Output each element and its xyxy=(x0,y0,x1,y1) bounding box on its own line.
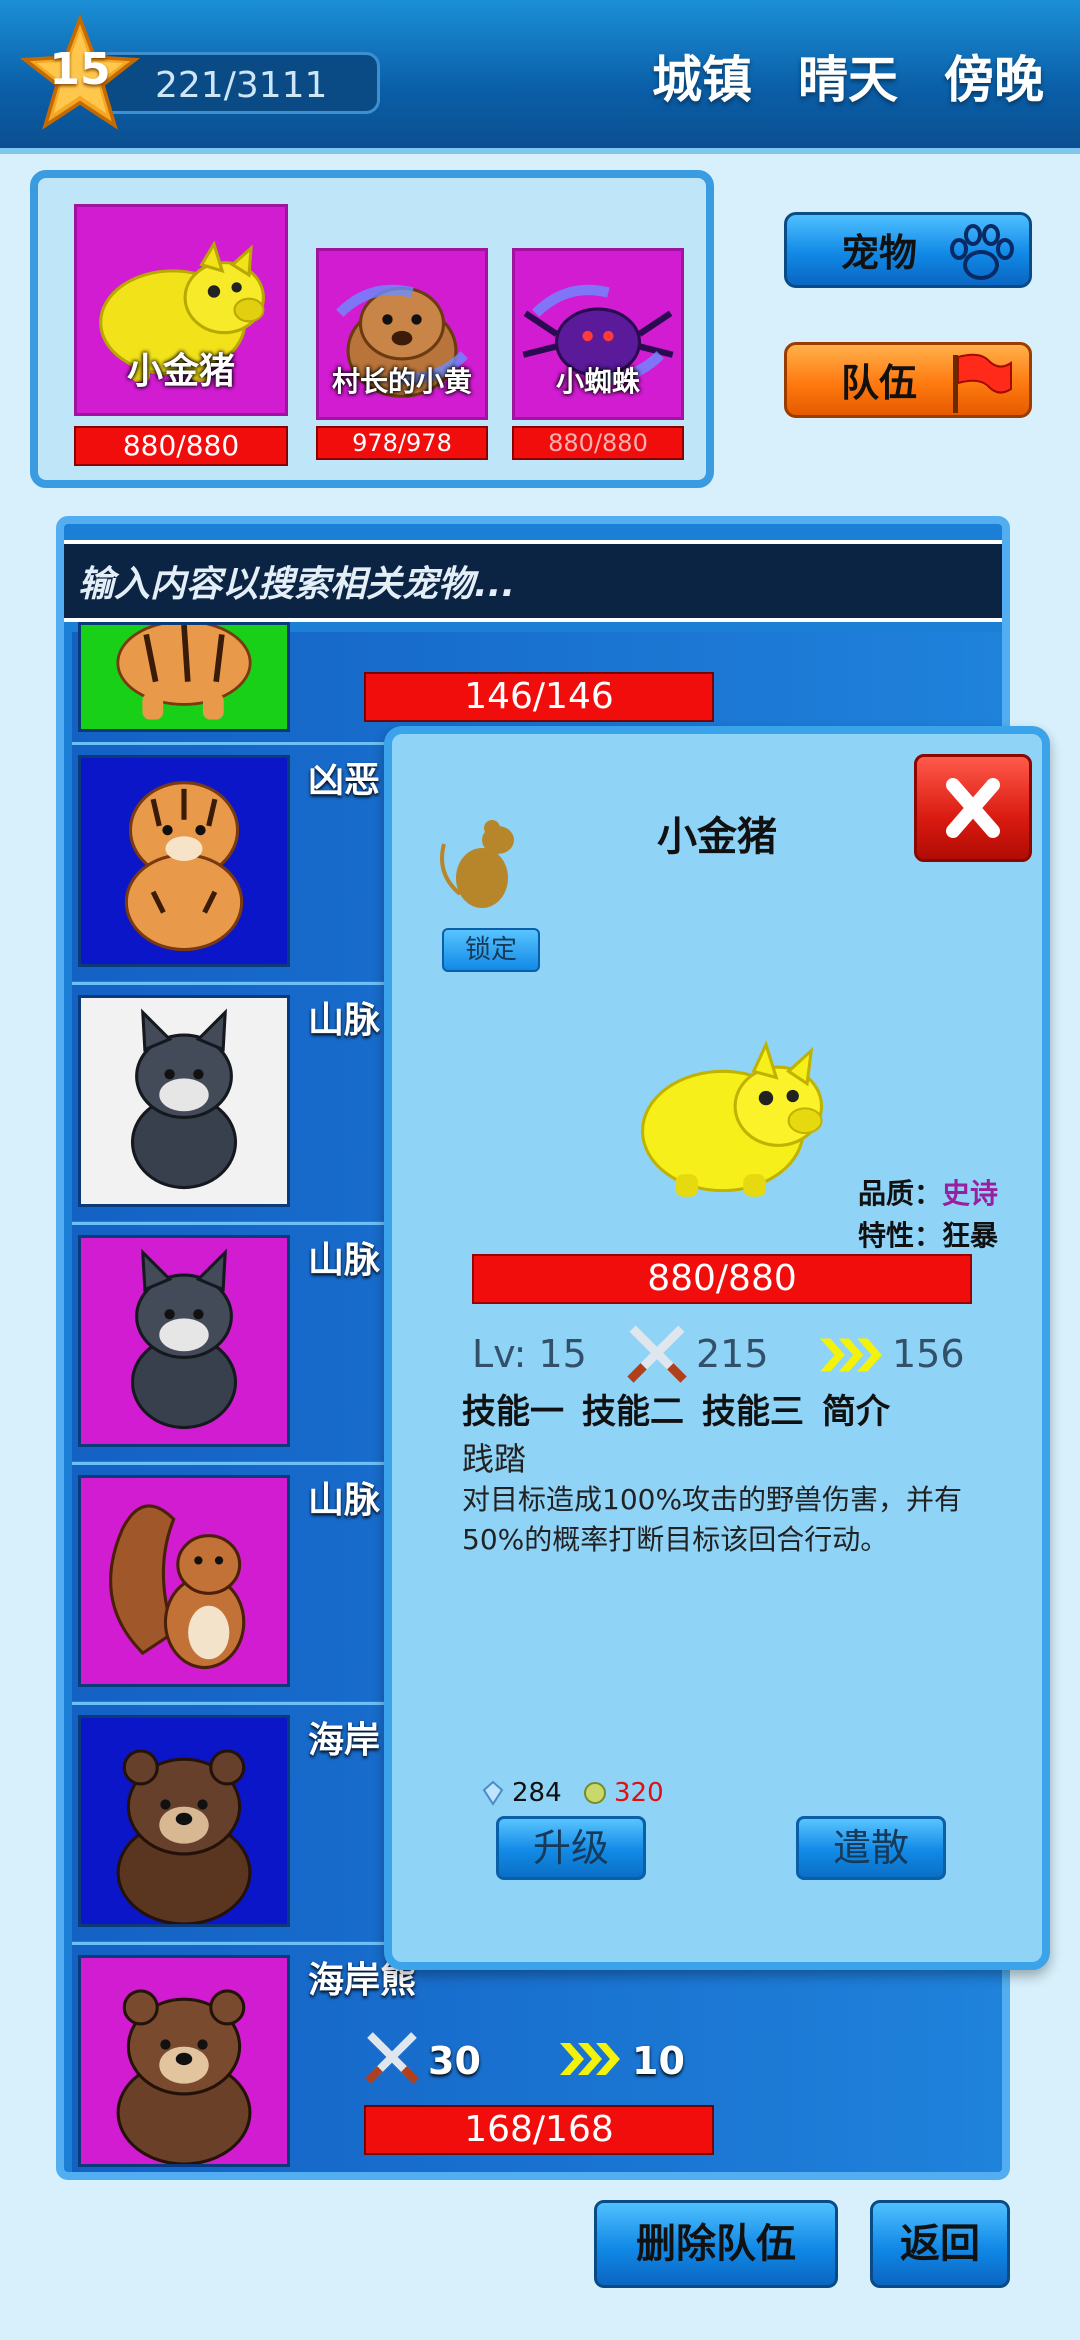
top-status-bar: 221/3111 15 城镇 晴天 傍晚 xyxy=(0,0,1080,154)
pet-attack: 30 xyxy=(428,2039,481,2083)
crossed-swords-icon xyxy=(627,1325,687,1383)
coin-icon xyxy=(584,1782,606,1804)
xp-text: 221/3111 xyxy=(155,65,328,106)
search-input[interactable]: 输入内容以搜索相关宠物... xyxy=(64,540,1002,622)
weather-label: 晴天 xyxy=(798,51,898,109)
team-button-label: 队伍 xyxy=(841,361,918,405)
tiger-icon xyxy=(116,625,252,720)
location-label: 城镇 xyxy=(652,51,752,109)
pet-list-row[interactable]: 海岸熊 30 10 168/168 xyxy=(72,1942,1002,2172)
speed-chevrons-icon xyxy=(560,2043,620,2075)
team-slot-3[interactable]: 小蜘蛛 880/880 xyxy=(512,248,684,462)
team-slot-name: 村长的小黄 xyxy=(331,365,472,398)
pet-speed: 10 xyxy=(632,2039,685,2083)
gold-pig-icon xyxy=(640,1040,824,1197)
pet-hp-bar: 146/146 xyxy=(364,672,714,722)
skill-description: 对目标造成100%攻击的野兽伤害，并有50%的概率打断目标该回合行动。 xyxy=(462,1483,963,1556)
speed-chevrons-icon xyxy=(820,1338,882,1372)
squirrel-icon xyxy=(109,1504,246,1670)
bear-icon xyxy=(116,1749,252,1924)
pet-button-label: 宠物 xyxy=(841,231,918,275)
pet-speed: 156 xyxy=(892,1332,965,1376)
team-button[interactable]: 队伍 xyxy=(784,342,1032,418)
crossed-swords-icon xyxy=(365,2032,419,2084)
red-flag-icon xyxy=(953,353,1012,413)
skill-name: 践踏 xyxy=(462,1440,527,1478)
pet-name: 山脉 xyxy=(308,1240,381,1281)
team-slot-hp: 978/978 xyxy=(316,426,488,460)
dismiss-button[interactable]: 遣散 xyxy=(796,1816,946,1880)
pet-attack: 215 xyxy=(696,1332,769,1376)
close-icon xyxy=(946,778,1000,838)
team-slot-hp: 880/880 xyxy=(512,426,684,460)
bear-icon xyxy=(116,1989,252,2164)
team-slot-1[interactable]: 小金猪 880/880 xyxy=(74,204,288,466)
pet-hp-bar: 168/168 xyxy=(364,2105,714,2155)
pet-detail-popup: 小金猪 锁定 品质：史诗 特性：狂暴 880/880 Lv: 15 215 15… xyxy=(384,726,1050,1970)
tab-skill-1[interactable]: 技能一 xyxy=(462,1384,564,1433)
cost-crystal: 284 xyxy=(512,1778,562,1808)
back-button[interactable]: 返回 xyxy=(870,2200,1010,2288)
trait-value: 狂暴 xyxy=(942,1219,999,1252)
remove-team-button[interactable]: 删除队伍 xyxy=(594,2200,838,2288)
paw-icon xyxy=(950,224,1014,280)
trait-label: 特性： xyxy=(858,1219,943,1252)
team-slot-hp: 880/880 xyxy=(74,426,288,466)
pet-button[interactable]: 宠物 xyxy=(784,212,1032,288)
pet-level: Lv: 15 xyxy=(472,1332,587,1376)
wolf-icon xyxy=(130,1008,238,1190)
upgrade-button[interactable]: 升级 xyxy=(496,1816,646,1880)
team-slot-name: 小金猪 xyxy=(126,351,235,392)
wolf-icon xyxy=(130,1248,238,1430)
team-slot-2[interactable]: 村长的小黄 978/978 xyxy=(316,248,488,462)
time-label: 傍晚 xyxy=(944,51,1044,109)
quality-value: 史诗 xyxy=(942,1177,999,1210)
tab-intro[interactable]: 简介 xyxy=(822,1384,890,1433)
pet-detail-hp-bar: 880/880 xyxy=(472,1254,972,1304)
close-button[interactable] xyxy=(914,754,1032,862)
player-level: 15 xyxy=(49,44,111,95)
lock-button[interactable]: 锁定 xyxy=(442,928,540,972)
pet-name: 海岸 xyxy=(308,1720,381,1761)
pet-name: 山脉 xyxy=(308,1000,381,1041)
tab-skill-2[interactable]: 技能二 xyxy=(582,1384,684,1433)
tiger-icon xyxy=(124,781,244,952)
tab-skill-3[interactable]: 技能三 xyxy=(702,1384,804,1433)
pet-name: 山脉 xyxy=(308,1480,381,1521)
pet-name: 凶恶 xyxy=(308,760,381,801)
cost-coin: 320 xyxy=(614,1778,664,1808)
team-slot-name: 小蜘蛛 xyxy=(555,365,640,398)
crystal-icon xyxy=(482,1780,504,1806)
team-panel: 小金猪 880/880 村长的小黄 978/978 小蜘蛛 880/880 xyxy=(30,170,714,488)
quality-label: 品质： xyxy=(858,1177,943,1210)
